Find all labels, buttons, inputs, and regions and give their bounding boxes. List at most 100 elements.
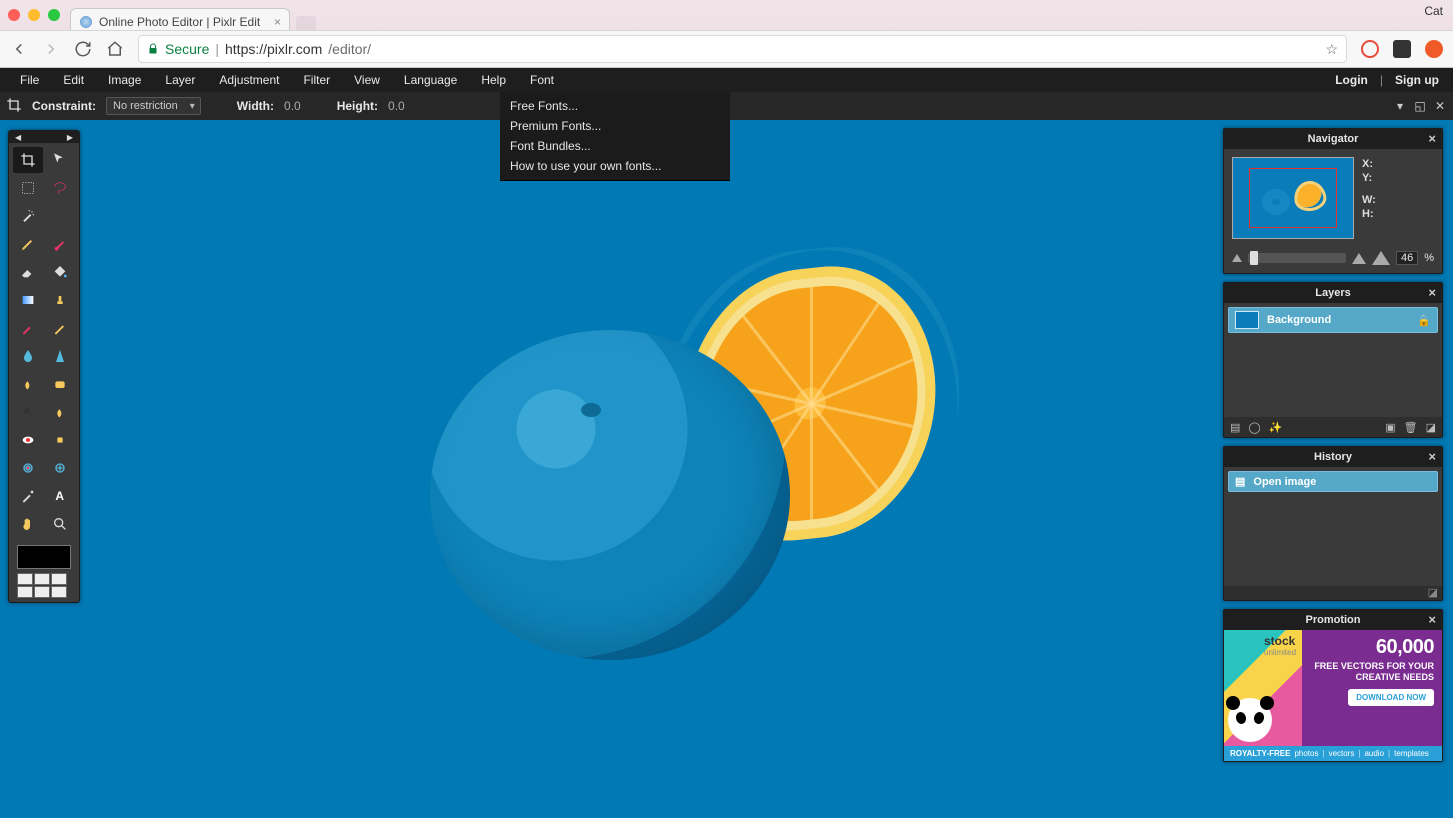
navigator-header[interactable]: Navigator × [1224,129,1442,149]
address-bar[interactable]: Secure | https://pixlr.com/editor/ ☆ [138,35,1347,63]
layer-delete-icon[interactable]: 🗑 [1404,421,1418,434]
menu-font[interactable]: Font [518,68,566,92]
tool-bloat[interactable] [13,455,43,481]
panel-restore-icon[interactable]: ◱ [1413,99,1427,113]
home-button[interactable] [106,40,124,58]
menu-filter[interactable]: Filter [291,68,342,92]
tool-wand[interactable] [13,203,43,229]
zoom-out-icon[interactable] [1232,254,1242,262]
color-swatches[interactable] [9,541,79,602]
tool-paint-bucket[interactable] [45,259,75,285]
panel-collapse-icon[interactable]: ▾ [1393,99,1407,113]
tool-brush[interactable] [45,231,75,257]
layer-new-icon[interactable]: ▣ [1385,421,1395,434]
tab-close-icon[interactable]: × [274,15,281,29]
tool-eraser[interactable] [13,259,43,285]
layers-close-icon[interactable]: × [1428,285,1436,300]
swatch-mini[interactable] [34,586,50,598]
font-menu-font-bundles[interactable]: Font Bundles... [500,136,730,156]
menu-file[interactable]: File [8,68,51,92]
history-close-icon[interactable]: × [1428,449,1436,464]
promo-footer-item[interactable]: vectors [1329,749,1355,758]
tool-sponge[interactable] [45,371,75,397]
promo-cta-button[interactable]: DOWNLOAD NOW [1348,689,1434,706]
tool-type[interactable]: A [45,483,75,509]
tool-pinch[interactable] [45,455,75,481]
extension-ublock-icon[interactable] [1361,40,1379,58]
tool-color-replace[interactable] [13,315,43,341]
tool-blur[interactable] [13,343,43,369]
reload-button[interactable] [74,40,92,58]
promo-footer-item[interactable]: templates [1394,749,1429,758]
layer-mask-icon[interactable]: ◯ [1248,421,1260,434]
tool-lasso[interactable] [45,175,75,201]
mac-minimize-icon[interactable] [28,9,40,21]
history-resize-icon[interactable]: ◪ [1428,586,1438,600]
promotion-header[interactable]: Promotion × [1224,610,1442,630]
history-header[interactable]: History × [1224,447,1442,467]
layers-panel[interactable]: Layers × Background 🔒 ▤ ◯ ✨ ▣ 🗑 ◪ [1223,282,1443,438]
tool-marquee[interactable] [13,175,43,201]
navigator-zoom[interactable]: 46 % [1224,247,1442,273]
foreground-swatch[interactable] [17,545,71,569]
promotion-close-icon[interactable]: × [1428,612,1436,627]
constraint-select[interactable]: No restriction [106,97,201,115]
menu-edit[interactable]: Edit [51,68,96,92]
tool-hand[interactable] [13,511,43,537]
menu-help[interactable]: Help [469,68,518,92]
history-panel[interactable]: History × ▤ Open image ◪ [1223,446,1443,601]
back-button[interactable] [10,40,28,58]
tool-clone-stamp[interactable] [45,287,75,313]
promo-footer-item[interactable]: photos [1294,749,1318,758]
promo-footer-item[interactable]: audio [1364,749,1384,758]
swatch-mini[interactable] [51,573,67,585]
swatch-mini[interactable] [17,586,33,598]
layer-fx-icon[interactable]: ✨ [1269,421,1283,434]
layer-lock-icon[interactable]: 🔒 [1417,314,1431,327]
layer-row[interactable]: Background 🔒 [1228,307,1438,333]
height-value[interactable]: 0.0 [388,99,405,113]
extension-evernote-icon[interactable] [1393,40,1411,58]
font-menu-free-fonts[interactable]: Free Fonts... [500,96,730,116]
font-menu-premium-fonts[interactable]: Premium Fonts... [500,116,730,136]
tool-color-picker[interactable] [13,483,43,509]
zoom-in-big-icon[interactable] [1372,251,1390,265]
promotion-body[interactable]: stock unlimited 60,000 FREE VECTORS FOR … [1224,630,1442,746]
tool-smudge[interactable] [13,371,43,397]
tool-sharpen[interactable] [45,343,75,369]
menu-language[interactable]: Language [392,68,469,92]
tool-dodge[interactable] [13,399,43,425]
zoom-value[interactable]: 46 [1396,251,1418,265]
tool-burn[interactable] [45,399,75,425]
tool-draw[interactable] [45,315,75,341]
signup-link[interactable]: Sign up [1389,68,1445,92]
navigator-panel[interactable]: Navigator × X: Y: W: H: [1223,128,1443,274]
swatch-mini[interactable] [34,573,50,585]
zoom-slider[interactable] [1248,253,1346,263]
panel-close-icon[interactable]: ✕ [1433,99,1447,113]
tool-spot-heal[interactable] [45,427,75,453]
menu-view[interactable]: View [342,68,392,92]
layers-header[interactable]: Layers × [1224,283,1442,303]
forward-button[interactable] [42,40,60,58]
tool-pencil[interactable] [13,231,43,257]
tool-gradient[interactable] [13,287,43,313]
login-link[interactable]: Login [1329,68,1374,92]
tool-move[interactable] [45,147,75,173]
navigator-thumb[interactable] [1232,157,1354,239]
mac-zoom-icon[interactable] [48,9,60,21]
navigator-close-icon[interactable]: × [1428,131,1436,146]
layer-more-icon[interactable]: ◪ [1426,421,1436,434]
menu-layer[interactable]: Layer [153,68,207,92]
menu-adjustment[interactable]: Adjustment [207,68,291,92]
toolbox-header[interactable]: ◀▶ [9,131,79,143]
promotion-panel[interactable]: Promotion × stock unlimited 60,000 FREE … [1223,609,1443,762]
extension-postman-icon[interactable] [1425,40,1443,58]
history-row[interactable]: ▤ Open image [1228,471,1438,492]
tool-zoom[interactable] [45,511,75,537]
tool-crop[interactable] [13,147,43,173]
tool-red-eye[interactable] [13,427,43,453]
layer-settings-icon[interactable]: ▤ [1230,421,1240,434]
swatch-mini[interactable] [51,586,67,598]
bookmark-star-icon[interactable]: ☆ [1325,41,1338,58]
